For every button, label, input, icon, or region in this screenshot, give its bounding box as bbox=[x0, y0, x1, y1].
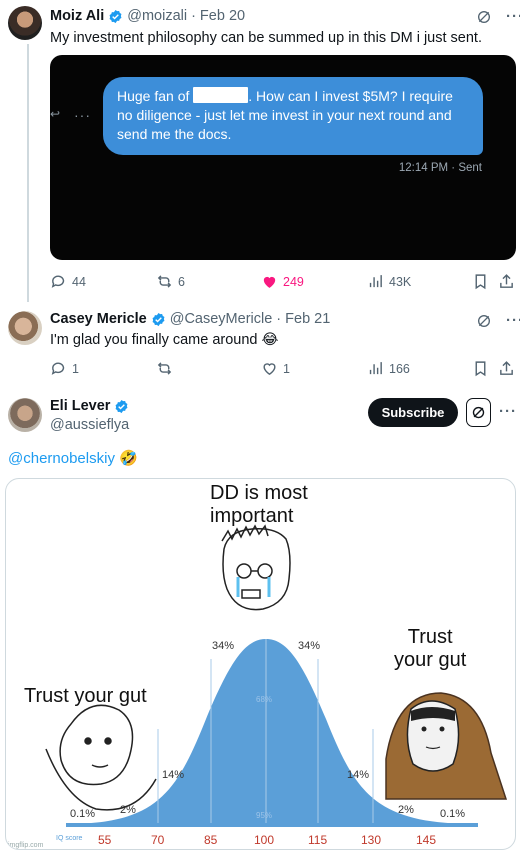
views-icon bbox=[369, 362, 382, 375]
bookmark-icon[interactable] bbox=[472, 360, 489, 377]
more-options-icon[interactable]: ··· bbox=[499, 403, 517, 420]
reply-button[interactable]: 44 bbox=[50, 273, 86, 290]
dm-reply-icon: ↩ bbox=[50, 107, 61, 121]
views-button[interactable]: 166 bbox=[367, 360, 410, 377]
dm-message-start: Huge fan of bbox=[117, 88, 194, 104]
watermark: imgflip.com bbox=[8, 842, 44, 849]
iq-tick: 100 bbox=[254, 833, 275, 847]
inner-label: 68% bbox=[256, 695, 273, 704]
pct-label: 0.1% bbox=[440, 808, 466, 820]
like-count: 249 bbox=[283, 274, 304, 289]
like-count: 1 bbox=[283, 361, 290, 376]
pct-label: 14% bbox=[347, 769, 370, 781]
grok-button[interactable] bbox=[466, 398, 491, 427]
grok-icon bbox=[472, 406, 485, 419]
meme-image[interactable]: DD is most important Trust your gut Trus… bbox=[5, 478, 516, 850]
tweet-header: Casey Mericle @CaseyMericle · Feb 21 bbox=[50, 311, 330, 327]
laughing-emoji: 🤣 bbox=[119, 450, 138, 467]
repost-button[interactable] bbox=[156, 360, 178, 377]
avatar[interactable] bbox=[8, 6, 42, 40]
reply-icon bbox=[51, 275, 65, 288]
thread-line bbox=[27, 44, 29, 302]
views-count: 43K bbox=[389, 274, 412, 289]
dm-screenshot[interactable]: ↩ ··· Huge fan of . How can I invest $5M… bbox=[50, 55, 516, 260]
tweet-text: @chernobelskiy 🤣 bbox=[8, 449, 138, 467]
author-handle[interactable]: @moizali bbox=[127, 8, 187, 24]
bookmark-icon[interactable] bbox=[472, 273, 489, 290]
author-name[interactable]: Moiz Ali bbox=[50, 8, 104, 24]
iq-tick: 115 bbox=[308, 833, 328, 847]
verified-badge-icon bbox=[109, 9, 122, 23]
meme-left-text: Trust your gut bbox=[24, 685, 147, 707]
tweet-header: Eli Lever bbox=[50, 398, 129, 414]
tweet-top-icons: ··· bbox=[476, 312, 520, 329]
author-handle[interactable]: @aussieflya bbox=[50, 417, 129, 433]
crying-nerd-wojak bbox=[221, 524, 291, 611]
reply-count: 1 bbox=[72, 361, 79, 376]
mention-link[interactable]: @chernobelskiy bbox=[8, 450, 115, 467]
right-hooded-wojak bbox=[385, 692, 508, 800]
iq-tick: 145 bbox=[416, 833, 437, 847]
dm-timestamp: 12:14 PM · Sent bbox=[398, 162, 482, 174]
redaction-box bbox=[193, 87, 249, 103]
inner-label: 95% bbox=[256, 811, 273, 820]
verified-badge-icon bbox=[152, 312, 165, 326]
like-button[interactable]: 1 bbox=[261, 360, 290, 377]
dm-message-bubble: Huge fan of . How can I invest $5M? I re… bbox=[103, 77, 483, 155]
pct-label: 34% bbox=[298, 640, 321, 652]
tweet-top-icons: ··· bbox=[476, 8, 520, 25]
repost-icon bbox=[157, 275, 172, 288]
author-handle-row: @aussieflya bbox=[50, 417, 129, 433]
reply-count: 44 bbox=[72, 274, 86, 289]
reply-icon bbox=[51, 362, 65, 375]
like-button[interactable]: 249 bbox=[261, 273, 304, 290]
tweet-date[interactable]: · Feb 21 bbox=[276, 311, 330, 327]
author-name[interactable]: Casey Mericle bbox=[50, 311, 147, 327]
pct-label: 2% bbox=[120, 804, 136, 816]
iq-tick: 130 bbox=[361, 833, 382, 847]
pct-label: 14% bbox=[162, 769, 185, 781]
author-name[interactable]: Eli Lever bbox=[50, 398, 110, 414]
left-simple-wojak bbox=[45, 704, 157, 811]
verified-badge-icon bbox=[116, 399, 128, 413]
meme-right-text: Trust your gut bbox=[394, 626, 467, 671]
tweet-text: My investment philosophy can be summed u… bbox=[50, 30, 482, 46]
views-icon bbox=[369, 275, 382, 288]
views-count: 166 bbox=[389, 361, 410, 376]
more-options-icon[interactable]: ··· bbox=[506, 312, 520, 329]
author-handle[interactable]: @CaseyMericle bbox=[170, 311, 273, 327]
iq-tick: 85 bbox=[204, 833, 218, 847]
repost-icon bbox=[157, 362, 172, 375]
tweet-text: I'm glad you finally came around 😂 bbox=[50, 332, 279, 348]
dm-more-icon: ··· bbox=[74, 107, 91, 123]
grok-icon[interactable] bbox=[476, 9, 492, 25]
avatar[interactable] bbox=[8, 311, 42, 345]
meme-top-text: DD is most important bbox=[210, 482, 308, 527]
share-icon[interactable] bbox=[498, 273, 515, 290]
reply-button[interactable]: 1 bbox=[50, 360, 79, 377]
pct-label: 2% bbox=[398, 804, 414, 816]
repost-count: 6 bbox=[178, 274, 185, 289]
iq-tick: 55 bbox=[98, 833, 112, 847]
subscribe-button[interactable]: Subscribe bbox=[368, 398, 458, 427]
iq-score-label: IQ score bbox=[56, 835, 83, 842]
more-options-icon[interactable]: ··· bbox=[506, 8, 520, 25]
share-icon[interactable] bbox=[498, 360, 515, 377]
tweet-date[interactable]: · Feb 20 bbox=[191, 8, 245, 24]
repost-button[interactable]: 6 bbox=[156, 273, 185, 290]
iq-tick: 70 bbox=[151, 833, 165, 847]
grok-icon[interactable] bbox=[476, 313, 492, 329]
pct-label: 34% bbox=[212, 640, 235, 652]
heart-icon bbox=[263, 363, 276, 376]
heart-filled-icon bbox=[263, 276, 276, 288]
avatar[interactable] bbox=[8, 398, 42, 432]
views-button[interactable]: 43K bbox=[367, 273, 411, 290]
pct-label: 0.1% bbox=[70, 808, 96, 820]
tweet-header: Moiz Ali @moizali · Feb 20 bbox=[50, 8, 245, 24]
tweet-actions: 1 1 166 bbox=[50, 360, 518, 382]
tweet-actions: 44 6 249 43K bbox=[50, 273, 518, 295]
